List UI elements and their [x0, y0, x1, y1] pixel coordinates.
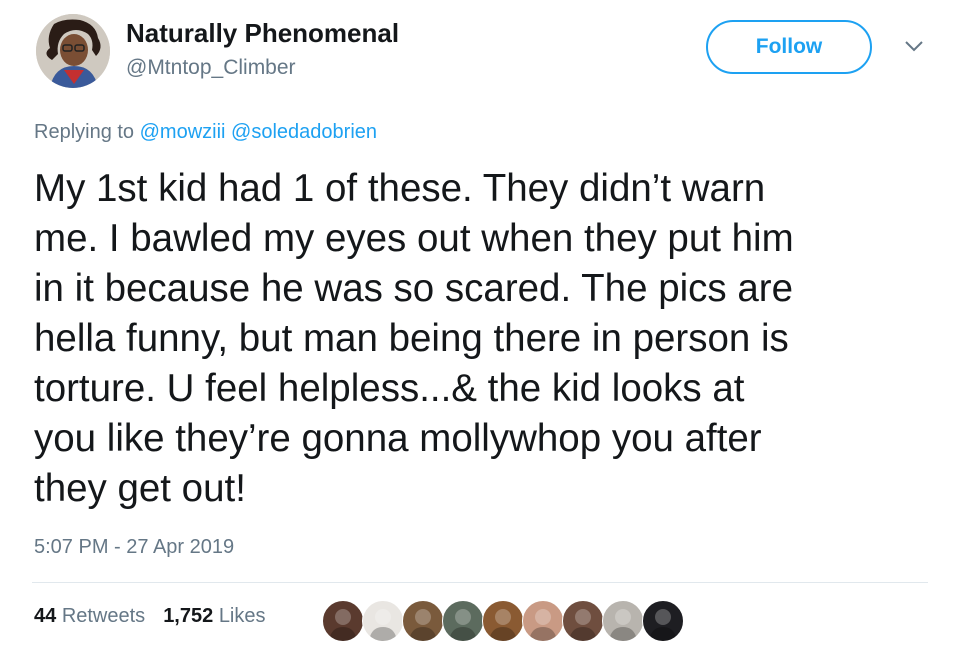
tweet-stats: 44 Retweets 1,752 Likes [34, 605, 266, 628]
tweet-line: me. I bawled my eyes out when they put h… [34, 217, 794, 260]
liker-avatar-icon [489, 609, 517, 641]
chevron-down-icon[interactable] [902, 38, 926, 54]
author-name[interactable]: Naturally Phenomenal [126, 18, 399, 49]
liker-avatar[interactable] [522, 600, 564, 642]
tweet-line: hella funny, but man being there in pers… [34, 317, 789, 360]
liker-avatar-icon [449, 609, 477, 641]
retweets-label: Retweets [61, 605, 146, 627]
profile-avatar-icon [36, 14, 110, 88]
mention-link[interactable]: @soledadobrien [231, 121, 377, 143]
likes-count: 1,752 [163, 605, 214, 627]
replying-to-label: Replying to [34, 121, 135, 143]
follow-button[interactable]: Follow [706, 20, 872, 74]
tweet-line: torture. U feel helpless...& the kid loo… [34, 367, 745, 410]
liker-avatar[interactable] [442, 600, 484, 642]
likes-label: Likes [218, 605, 266, 627]
replying-to: Replying to @mowziii @soledadobrien [34, 121, 377, 144]
liker-avatar-icon [649, 609, 677, 641]
liker-avatar[interactable] [602, 600, 644, 642]
liker-avatar[interactable] [322, 600, 364, 642]
tweet-line: My 1st kid had 1 of these. They didn’t w… [34, 167, 766, 210]
retweets-count: 44 [34, 605, 57, 627]
author-avatar[interactable] [36, 14, 110, 88]
tweet-timestamp[interactable]: 5:07 PM - 27 Apr 2019 [34, 536, 234, 559]
tweet-line: they get out! [34, 467, 246, 510]
liker-avatar-icon [569, 609, 597, 641]
liker-avatar-icon [329, 609, 357, 641]
liker-avatar[interactable] [642, 600, 684, 642]
tweet-text: My 1st kid had 1 of these. They didn’t w… [34, 164, 934, 514]
liker-avatar-icon [529, 609, 557, 641]
retweets-stat[interactable]: 44 Retweets [34, 605, 145, 628]
liker-avatar-icon [409, 609, 437, 641]
tweet-line: you like they’re gonna mollywhop you aft… [34, 417, 762, 460]
mention-link[interactable]: @mowziii [140, 121, 226, 143]
liker-avatar-icon [609, 609, 637, 641]
liker-avatar[interactable] [402, 600, 444, 642]
tweet-line: in it because he was so scared. The pics… [34, 267, 794, 310]
author-handle[interactable]: @Mtntop_Climber [126, 56, 296, 80]
liker-avatar[interactable] [562, 600, 604, 642]
liker-avatar[interactable] [482, 600, 524, 642]
likes-stat[interactable]: 1,752 Likes [163, 605, 265, 628]
liker-avatar[interactable] [362, 600, 404, 642]
divider [32, 582, 928, 583]
liker-avatar-icon [369, 609, 397, 641]
liker-avatars [322, 600, 684, 642]
